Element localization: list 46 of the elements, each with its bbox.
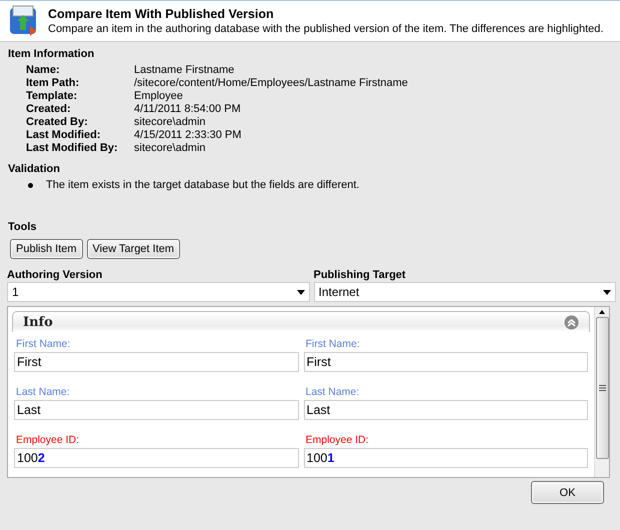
info-value: 4/11/2011 8:54:00 PM <box>134 103 242 116</box>
input-field[interactable]: Last <box>14 400 298 420</box>
ok-button[interactable]: OK <box>531 481 604 504</box>
dialog-description: Compare an item in the authoring database with the published version of the item. The differences are highlighted. <box>48 23 604 35</box>
dropdown-label: Publishing Target <box>314 269 407 281</box>
info-value: sitecore\admin <box>134 116 207 129</box>
collapse-icon[interactable] <box>564 314 579 330</box>
input-field[interactable]: 1002 <box>14 448 298 468</box>
input-field[interactable]: First <box>304 352 588 372</box>
validation-message: The item exists in the target database but the fields are different. <box>46 179 360 191</box>
caret-icon <box>603 290 611 294</box>
section-heading: Validation <box>8 163 61 175</box>
input-field[interactable]: Last <box>304 400 588 420</box>
bullet-icon <box>28 182 33 188</box>
info-label: Last Modified: <box>26 129 102 142</box>
section-heading: Tools <box>8 221 38 233</box>
dropdown[interactable]: Internet <box>314 282 616 302</box>
tool-button[interactable]: Publish Item <box>10 239 83 259</box>
field-label: Last Name: <box>304 386 360 398</box>
grip-icon <box>598 385 606 391</box>
info-value: 4/15/2011 2:33:30 PM <box>134 129 242 142</box>
section-title: Info <box>23 314 53 330</box>
info-label: Item Path: <box>26 77 80 90</box>
section-heading: Item Information <box>8 48 96 60</box>
caret-icon <box>296 290 304 294</box>
field-label: First Name: <box>304 338 361 350</box>
info-value: Lastname Firstname <box>134 64 236 77</box>
input-field[interactable]: First <box>14 352 298 372</box>
input-field[interactable]: 1001 <box>304 448 588 468</box>
info-value: Employee <box>134 90 184 103</box>
dropdown-label: Authoring Version <box>7 269 104 281</box>
field-label: Employee ID: <box>15 434 80 446</box>
field-label: Employee ID: <box>304 434 370 446</box>
info-value: sitecore\admin <box>134 142 207 155</box>
scrollbar[interactable] <box>594 307 609 477</box>
info-label: Created: <box>26 103 72 116</box>
field-label: First Name: <box>15 338 72 350</box>
info-value: /sitecore/content/Home/Employees/Lastname Firstname <box>134 77 408 90</box>
dropdown[interactable]: 1 <box>7 282 310 302</box>
field-label: Last Name: <box>15 386 71 398</box>
info-label: Created By: <box>26 116 89 129</box>
info-label: Name: <box>26 64 61 77</box>
dialog-title: Compare Item With Published Version <box>48 7 275 21</box>
info-label: Last Modified By: <box>26 142 119 155</box>
info-label: Template: <box>26 90 78 103</box>
tool-button[interactable]: View Target Item <box>86 239 180 259</box>
